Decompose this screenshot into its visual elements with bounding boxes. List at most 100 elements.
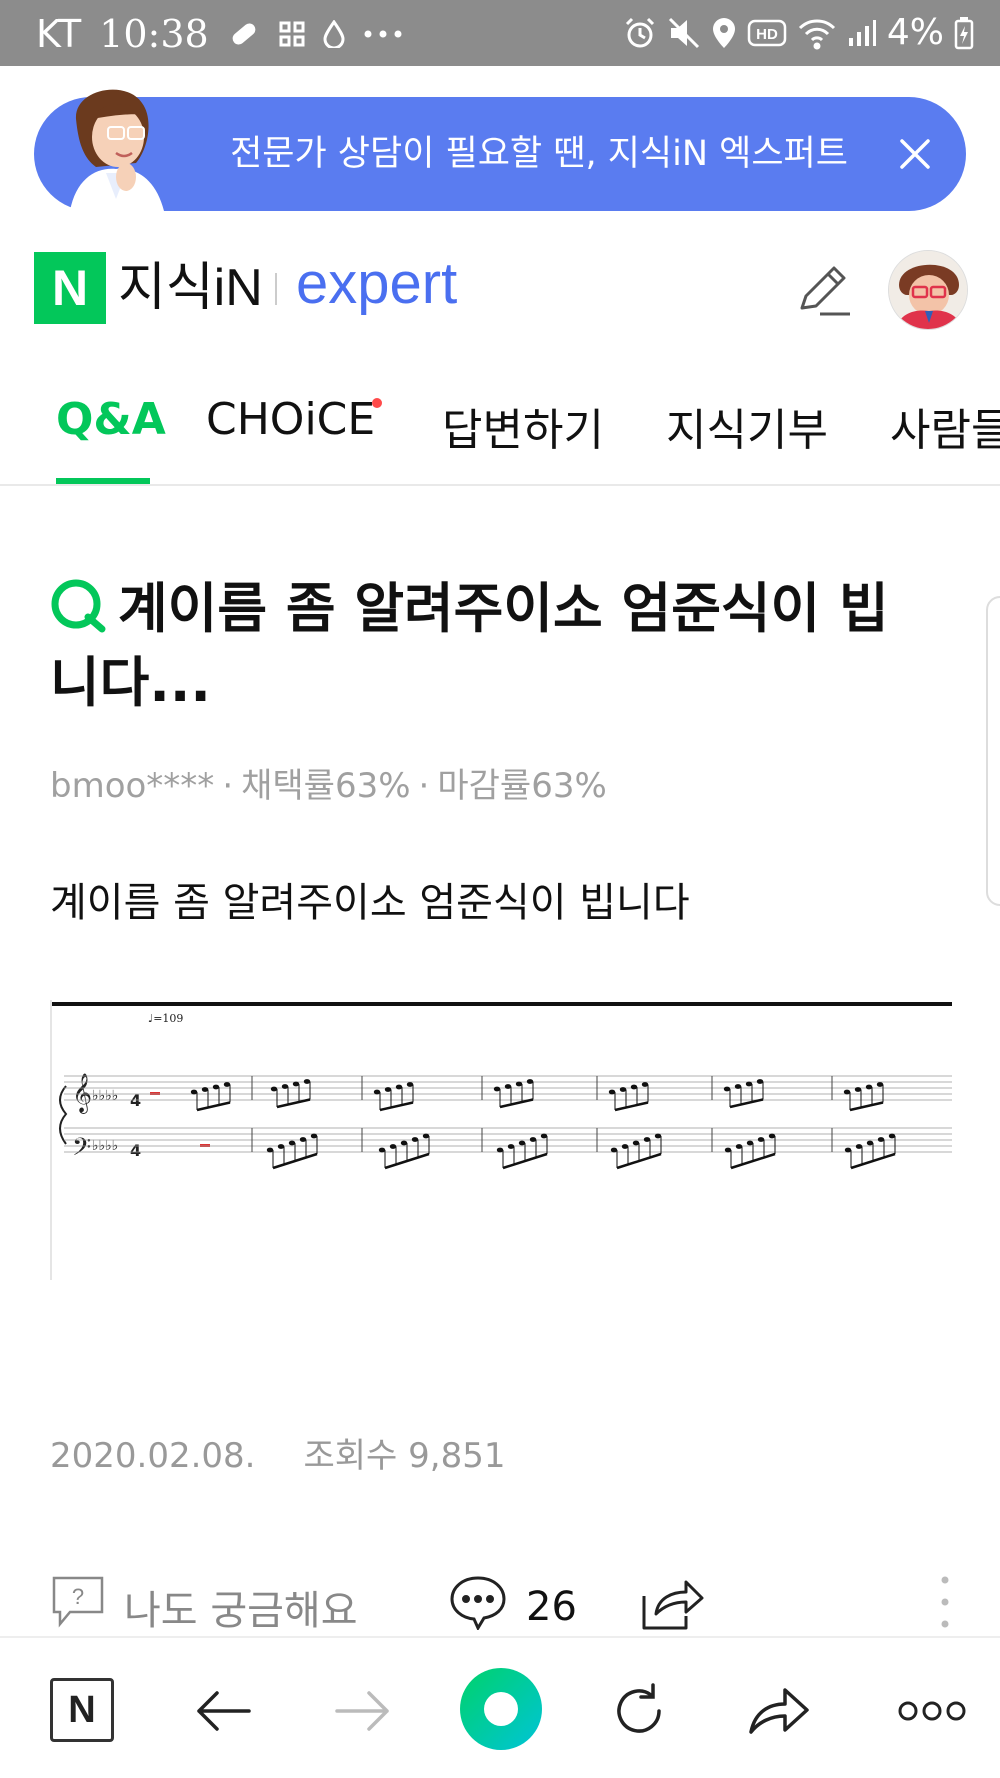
- note-head: [496, 1147, 504, 1153]
- note-head: [843, 1089, 851, 1095]
- note-head: [630, 1084, 638, 1090]
- naver-home-button[interactable]: N: [50, 1678, 114, 1742]
- note-head: [310, 1133, 318, 1139]
- note-head: [303, 1079, 311, 1084]
- note-head: [373, 1089, 381, 1095]
- speech-bubble-icon: [448, 1574, 508, 1640]
- more-icon: [363, 29, 403, 39]
- comment-count: 26: [526, 1584, 577, 1630]
- curious-button[interactable]: ? 나도 궁금해요: [50, 1574, 358, 1640]
- note-beam: [499, 1098, 534, 1109]
- question-body: 계이름 좀 알려주이소 엄준식이 빕니다: [50, 880, 690, 926]
- closing-rate: 마감률63%: [437, 766, 607, 806]
- drop-icon: [323, 20, 345, 48]
- grid-icon: [279, 21, 305, 47]
- location-icon: [711, 16, 737, 50]
- note-head: [288, 1140, 296, 1146]
- note-head: [406, 1082, 414, 1087]
- more-dots-icon[interactable]: [884, 1676, 980, 1746]
- view-count: 조회수 9,851: [303, 1436, 506, 1476]
- note-head: [526, 1079, 534, 1084]
- note-head: [422, 1133, 430, 1139]
- consultant-illustration: [56, 79, 176, 211]
- svg-text:4: 4: [130, 1141, 141, 1160]
- comments-button[interactable]: 26: [448, 1574, 577, 1640]
- note-head: [608, 1089, 616, 1095]
- browser-bottom-bar: N: [0, 1636, 1000, 1778]
- post-date: 2020.02.08.: [50, 1436, 256, 1476]
- question-actions: ? 나도 궁금해요 26: [50, 1574, 970, 1644]
- battery-icon: [954, 16, 974, 50]
- note-head: [493, 1086, 501, 1092]
- tab-qna[interactable]: Q&A: [56, 394, 166, 445]
- wifi-icon: [797, 16, 837, 50]
- svg-text:♭♭♭♭: ♭♭♭♭: [92, 1088, 118, 1104]
- adoption-rate: 채택률63%: [241, 766, 411, 806]
- note-head: [540, 1133, 548, 1139]
- hd-icon: HD: [747, 18, 787, 48]
- refresh-icon[interactable]: [604, 1676, 674, 1746]
- clock: 10:38: [99, 12, 209, 56]
- note-head: [756, 1079, 764, 1084]
- tab-choice[interactable]: CHOiCE: [206, 394, 375, 445]
- note-head: [745, 1081, 753, 1087]
- note-beam: [276, 1098, 311, 1109]
- side-drawer-handle[interactable]: [986, 596, 1000, 906]
- forward-arrow-icon[interactable]: [328, 1676, 398, 1746]
- alarm-icon: [623, 16, 657, 50]
- green-dot-search-button[interactable]: [460, 1668, 542, 1750]
- curious-label: 나도 궁금해요: [124, 1588, 358, 1634]
- note-head: [507, 1144, 515, 1149]
- question-q-icon: [50, 577, 106, 633]
- question-title-text: 계이름 좀 알려주이소 엄준식이 빕니다...: [50, 577, 889, 714]
- note-head: [768, 1133, 776, 1139]
- note-head: [281, 1084, 289, 1089]
- note-head: [515, 1081, 523, 1087]
- tab-people[interactable]: 사람들: [890, 394, 1000, 458]
- note-head: [223, 1082, 231, 1087]
- naver-logo[interactable]: N: [34, 252, 106, 324]
- question-title: 계이름 좀 알려주이소 엄준식이 빕니다...: [50, 572, 930, 720]
- question-meta: bmoo**** · 채택률63% · 마감률63%: [50, 758, 607, 807]
- category-tabs: Q&A CHOiCE 답변하기 지식기부 사람들: [0, 370, 1000, 486]
- note-head: [641, 1082, 649, 1087]
- note-beam: [379, 1101, 414, 1112]
- note-head: [735, 1144, 743, 1149]
- svg-text:?: ?: [72, 1584, 84, 1609]
- question-date-views: 2020.02.08. 조회수 9,851: [50, 1428, 505, 1477]
- service-name[interactable]: 지식iN: [118, 252, 263, 324]
- note-beam: [196, 1101, 231, 1112]
- question-mark-icon: ?: [50, 1574, 106, 1640]
- note-head: [734, 1084, 742, 1089]
- svg-text:𝄞: 𝄞: [72, 1073, 92, 1114]
- battery-percent: 4%: [886, 12, 944, 53]
- tempo-marking: ♩=109: [148, 1012, 183, 1025]
- note-head: [266, 1147, 274, 1153]
- pen-icon[interactable]: [794, 264, 854, 320]
- profile-avatar[interactable]: [888, 250, 968, 330]
- back-arrow-icon[interactable]: [188, 1676, 258, 1746]
- expert-logo[interactable]: expert: [296, 244, 457, 324]
- tab-donate[interactable]: 지식기부: [666, 394, 828, 458]
- note-head: [212, 1084, 220, 1090]
- meta-separator: ·: [222, 766, 234, 806]
- status-bar: KT 10:38 HD 4%: [0, 0, 1000, 66]
- author-id[interactable]: bmoo****: [50, 766, 214, 806]
- expert-promo-banner[interactable]: 전문가 상담이 필요할 땐, 지식iN 엑스퍼트: [34, 89, 966, 211]
- sheet-music-image[interactable]: ♩=109 𝄞 𝄢 ♭♭♭♭ ♭♭♭♭ 4 4: [50, 1000, 952, 1280]
- meta-separator: ·: [418, 766, 430, 806]
- tab-answer[interactable]: 답변하기: [442, 394, 604, 458]
- active-tab-indicator: [56, 478, 150, 484]
- forward-share-icon[interactable]: [744, 1676, 814, 1746]
- banner-text: 전문가 상담이 필요할 땐, 지식iN 엑스퍼트: [230, 134, 848, 174]
- note-head: [621, 1144, 629, 1149]
- share-button[interactable]: [640, 1574, 706, 1642]
- note-head: [632, 1140, 640, 1146]
- note-head: [400, 1140, 408, 1146]
- note-head: [610, 1147, 618, 1153]
- close-icon[interactable]: [894, 133, 936, 175]
- kebab-icon[interactable]: [938, 1572, 952, 1632]
- note-head: [855, 1144, 863, 1149]
- note-head: [865, 1084, 873, 1090]
- note-head: [757, 1137, 765, 1142]
